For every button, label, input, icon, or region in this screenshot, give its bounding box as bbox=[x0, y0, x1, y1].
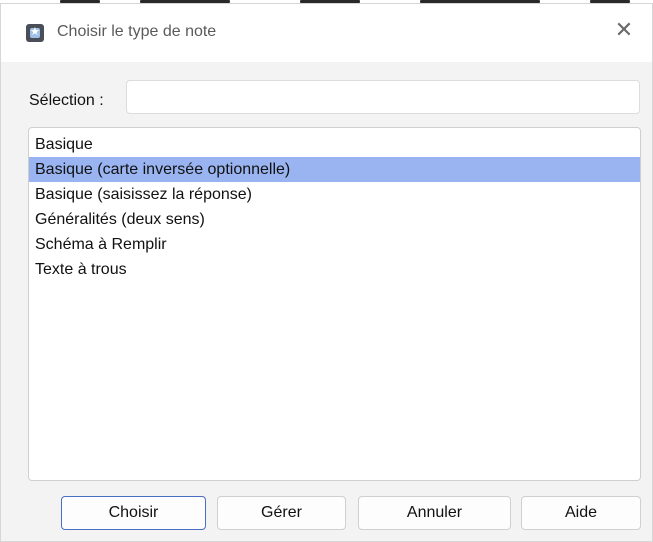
manage-button[interactable]: Gérer bbox=[217, 496, 346, 530]
close-icon[interactable]: ✕ bbox=[610, 18, 638, 46]
selection-input[interactable] bbox=[126, 80, 640, 114]
choose-button[interactable]: Choisir bbox=[61, 496, 206, 530]
list-item[interactable]: Basique bbox=[29, 132, 640, 157]
selection-label: Sélection : bbox=[29, 92, 104, 109]
dialog-title: Choisir le type de note bbox=[57, 23, 217, 40]
list-item[interactable]: Schéma à Remplir bbox=[29, 232, 640, 257]
list-item[interactable]: Basique (saisissez la réponse) bbox=[29, 182, 640, 207]
list-item[interactable]: Généralités (deux sens) bbox=[29, 207, 640, 232]
app-icon bbox=[26, 24, 44, 42]
cancel-button[interactable]: Annuler bbox=[358, 496, 511, 530]
help-button[interactable]: Aide bbox=[521, 496, 641, 530]
title-bar: Choisir le type de note ✕ bbox=[1, 4, 652, 62]
note-type-list[interactable]: Basique Basique (carte inversée optionnel… bbox=[28, 127, 641, 481]
list-item[interactable]: Basique (carte inversée optionnelle) bbox=[29, 157, 640, 182]
list-item[interactable]: Texte à trous bbox=[29, 257, 640, 282]
choose-note-type-dialog: Choisir le type de note ✕ Sélection : Ba… bbox=[0, 3, 653, 542]
